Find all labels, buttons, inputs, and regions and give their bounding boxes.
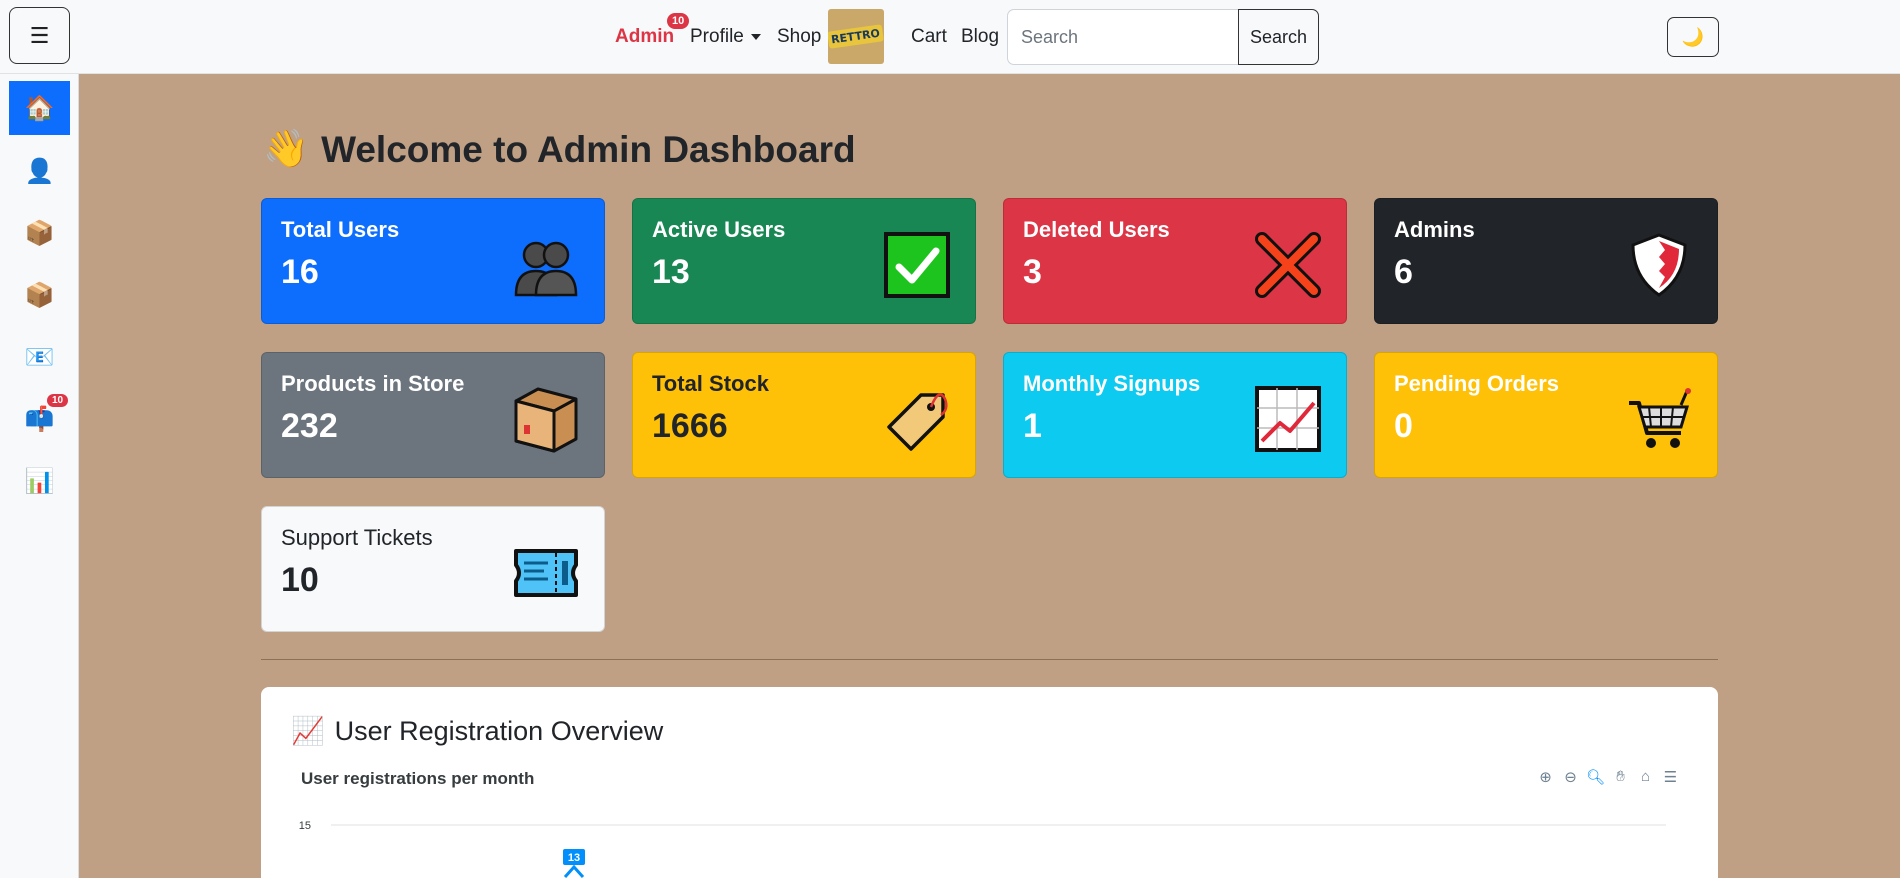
brand-logo[interactable]: RETTRO (828, 9, 884, 64)
sidebar-item-inbox[interactable]: 📫 10 (9, 392, 70, 446)
notification-badge: 10 (667, 13, 690, 29)
top-navbar: ☰ Admin 10 Profile Shop RETTRO Cart Blog… (0, 0, 1900, 74)
stat-card-pending-orders[interactable]: Pending Orders 0 (1374, 352, 1718, 478)
chart-data-label: 13 (563, 849, 585, 865)
stat-card-deleted-users[interactable]: Deleted Users 3 (1003, 198, 1347, 324)
svg-text:13: 13 (568, 852, 580, 864)
theme-toggle-button[interactable]: 🌙 (1667, 17, 1719, 57)
chart-icon: 📊 (24, 467, 55, 495)
stat-card-active-users[interactable]: Active Users 13 (632, 198, 976, 324)
chart-up-icon (1255, 386, 1321, 452)
hamburger-icon: ☰ (29, 22, 50, 48)
sidebar-item-users[interactable]: 👤 (9, 144, 70, 198)
sidebar-item-reports[interactable]: 📊 (9, 454, 70, 508)
page-title-text: Welcome to Admin Dashboard (321, 128, 856, 170)
chart-line-series (563, 864, 585, 878)
box-icon: 📦 (24, 281, 55, 309)
nav-admin-label: Admin (615, 26, 675, 47)
users-icon (514, 241, 578, 297)
stat-card-monthly-signups[interactable]: Monthly Signups 1 (1003, 352, 1347, 478)
sidebar-item-orders[interactable]: 📦 (9, 268, 70, 322)
stat-card-admins[interactable]: Admins 6 (1374, 198, 1718, 324)
sidebar-item-home[interactable]: 🏠 (9, 81, 70, 135)
ticket-icon (514, 549, 578, 597)
page-title: 👋 Welcome to Admin Dashboard (263, 128, 856, 171)
cross-icon (1255, 232, 1321, 298)
user-icon: 👤 (24, 157, 55, 185)
nav-blog-link[interactable]: Blog (961, 0, 999, 74)
registration-chart-card: 📈 User Registration Overview User regist… (261, 687, 1718, 878)
waving-hand-icon: 👋 (263, 128, 310, 169)
shield-icon (1631, 233, 1687, 297)
nav-shop-link[interactable]: Shop (777, 0, 821, 74)
sidebar-item-messages[interactable]: 📧 (9, 330, 70, 384)
nav-blog-label: Blog (961, 26, 1000, 47)
nav-cart-label: Cart (911, 26, 947, 47)
home-icon: 🏠 (24, 94, 55, 122)
nav-profile-dropdown[interactable]: Profile (690, 0, 761, 74)
cart-icon (1629, 388, 1691, 448)
caret-down-icon (750, 34, 761, 40)
brand-logo-text: RETTRO (828, 24, 884, 49)
search-input[interactable] (1007, 9, 1239, 65)
moon-icon: 🌙 (1681, 26, 1705, 47)
mailbox-icon: 📫 (24, 405, 55, 433)
chart-y-tick-label: 15 (299, 820, 311, 832)
nav-shop-label: Shop (777, 26, 822, 47)
mail-icon: 📧 (24, 343, 55, 371)
stat-card-total-users[interactable]: Total Users 16 (261, 198, 605, 324)
nav-admin-link[interactable]: Admin 10 (615, 0, 690, 74)
box-icon: 📦 (24, 219, 55, 247)
tag-icon (887, 393, 948, 451)
stat-card-support-tickets[interactable]: Support Tickets 10 (261, 506, 605, 632)
notification-badge: 10 (47, 394, 69, 407)
section-divider (261, 659, 1718, 660)
box-icon (514, 387, 578, 453)
stat-card-products-in-store[interactable]: Products in Store 232 (261, 352, 605, 478)
sidebar-item-products[interactable]: 📦 (9, 206, 70, 260)
stat-card-total-stock[interactable]: Total Stock 1666 (632, 352, 976, 478)
registration-line-chart: 1513 (299, 820, 1666, 878)
check-icon (884, 232, 950, 298)
sidebar: 🏠 👤 📦 📦 📧 📫 10 📊 (0, 74, 79, 878)
nav-cart-link[interactable]: Cart (911, 0, 947, 74)
sidebar-toggle-button[interactable]: ☰ (9, 7, 70, 64)
search-button[interactable]: Search (1238, 9, 1319, 65)
nav-profile-label: Profile (690, 26, 744, 47)
